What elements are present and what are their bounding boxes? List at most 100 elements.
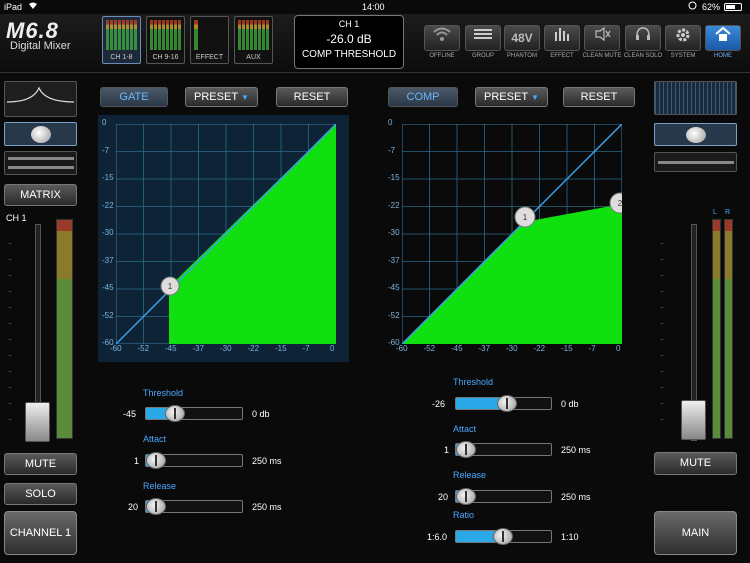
tab-aux[interactable]: AUX (234, 16, 273, 64)
gate-y-tick: -7 (102, 145, 110, 155)
slider-knob[interactable] (493, 528, 513, 545)
gate-x-axis: -60 -52 -45 -37 -30 -22 -15 -7 0 (110, 344, 350, 356)
solo-button[interactable]: SOLO (4, 483, 77, 505)
comp-preset-label: PRESET (484, 91, 529, 103)
comp-curve-graph[interactable]: 1 2 (402, 124, 622, 344)
channel-level-meter (56, 219, 73, 439)
parameter-display: CH 1 -26.0 dB COMP THRESHOLD (294, 15, 404, 69)
comp-y-tick: 0 (388, 118, 393, 127)
comp-x-tick: -52 (423, 344, 436, 353)
gate-preset-dropdown[interactable]: PRESET ▼ (185, 87, 258, 107)
comp-x-tick: -30 (506, 344, 518, 353)
comp-ratio-label: Ratio (453, 510, 475, 520)
gate-attack-slider[interactable] (145, 452, 243, 469)
comp-button[interactable]: COMP (388, 87, 458, 107)
insert-thumbnail[interactable] (4, 151, 77, 175)
phantom-button[interactable]: 48V (504, 25, 540, 51)
gate-x-tick: -7 (302, 344, 310, 353)
comp-point2-label: 2 (618, 199, 622, 208)
clean-solo-button[interactable] (625, 25, 661, 51)
gate-button[interactable]: GATE (100, 87, 168, 107)
main-left-meter (712, 219, 721, 439)
comp-ratio-slider[interactable] (455, 528, 552, 545)
gate-x-tick: -30 (220, 344, 232, 353)
dynamics-knob-icon (31, 126, 51, 143)
display-value: -26.0 dB (326, 32, 372, 46)
slider-knob[interactable] (146, 452, 166, 469)
eq-curve-icon (5, 86, 76, 120)
matrix-button[interactable]: MATRIX (4, 184, 77, 206)
effect-button[interactable] (544, 25, 580, 51)
main-eq-thumbnail[interactable] (654, 81, 737, 115)
gate-threshold-slider[interactable] (145, 405, 243, 422)
main-fader-handle[interactable] (681, 400, 706, 440)
comp-y-axis: 0 -7 -15 -22 -30 -37 -45 -52 -60 (384, 118, 404, 348)
slider-knob[interactable] (456, 441, 476, 458)
tab-ch-1-8[interactable]: CH 1-8 (102, 16, 141, 64)
comp-attack-label: Attact (453, 424, 477, 434)
gate-y-tick: -45 (102, 283, 114, 292)
main-mute-button[interactable]: MUTE (654, 452, 737, 475)
comp-y-tick: -45 (388, 283, 400, 292)
clean-mute-icon (592, 26, 612, 45)
slider-knob[interactable] (456, 488, 476, 505)
insert-bar-icon (658, 161, 734, 164)
phantom-icon: 48V (511, 31, 533, 45)
tab-label: EFFECT (195, 54, 224, 61)
main-dynamics-thumbnail[interactable] (654, 123, 737, 146)
channel-select-button[interactable]: CHANNEL 1 (4, 511, 77, 555)
system-button[interactable] (665, 25, 701, 51)
comp-release-value: 20 (438, 492, 449, 502)
comp-y-tick: -22 (388, 200, 400, 210)
wifi-status-icon (28, 1, 38, 12)
gate-reset-button[interactable]: RESET (276, 87, 348, 107)
comp-preset-dropdown[interactable]: PRESET ▼ (475, 87, 548, 107)
tab-ch-9-16[interactable]: CH 9-16 (146, 16, 185, 64)
comp-threshold-slider[interactable] (455, 395, 552, 412)
home-label: HOME (714, 53, 732, 59)
offline-button[interactable] (424, 25, 460, 51)
clean-mute-button[interactable] (584, 25, 620, 51)
gate-x-tick: -45 (165, 344, 177, 353)
comp-y-tick: -15 (388, 173, 400, 182)
comp-y-tick: -7 (388, 145, 396, 155)
gate-x-tick: -15 (275, 344, 287, 353)
gate-preset-label: PRESET (194, 91, 239, 103)
main-insert-thumbnail[interactable] (654, 152, 737, 172)
gate-attack-max: 250 ms (252, 456, 282, 466)
insert-bar-icon (8, 157, 74, 160)
display-channel: CH 1 (338, 19, 360, 29)
comp-reset-button[interactable]: RESET (563, 87, 635, 107)
slider-knob[interactable] (165, 405, 185, 422)
offline-label: OFFLINE (429, 53, 455, 59)
gate-threshold-value: -45 (123, 409, 137, 419)
gate-curve-graph[interactable]: 1 (116, 124, 336, 344)
comp-attack-slider[interactable] (455, 441, 552, 458)
slider-knob[interactable] (146, 498, 166, 515)
comp-ratio-max: 1:10 (561, 532, 579, 542)
slider-knob[interactable] (497, 395, 517, 412)
channel-fader-handle[interactable] (25, 402, 50, 442)
group-button[interactable] (465, 25, 501, 51)
comp-x-tick: 0 (616, 344, 621, 353)
tab-label: AUX (246, 54, 261, 61)
gate-x-tick: 0 (330, 344, 335, 353)
dynamics-thumbnail[interactable] (4, 122, 77, 146)
main-button[interactable]: MAIN (654, 511, 737, 555)
comp-x-tick: -60 (396, 344, 408, 353)
home-button[interactable] (705, 25, 741, 51)
battery-percent: 62% (702, 2, 721, 12)
comp-release-slider[interactable] (455, 488, 552, 505)
gate-y-tick: -15 (102, 173, 114, 182)
gate-release-slider[interactable] (145, 498, 243, 515)
gate-y-tick: 0 (102, 118, 107, 127)
tab-label: CH 1-8 (110, 54, 133, 61)
tab-effect[interactable]: EFFECT (190, 16, 229, 64)
dynamics-knob-icon (686, 127, 706, 143)
comp-y-tick: -52 (388, 310, 400, 320)
comp-attack-value: 1 (444, 445, 450, 455)
comp-ratio-value: 1:6.0 (427, 532, 448, 542)
home-icon (714, 26, 732, 45)
eq-thumbnail[interactable] (4, 81, 77, 117)
mute-button[interactable]: MUTE (4, 453, 77, 475)
